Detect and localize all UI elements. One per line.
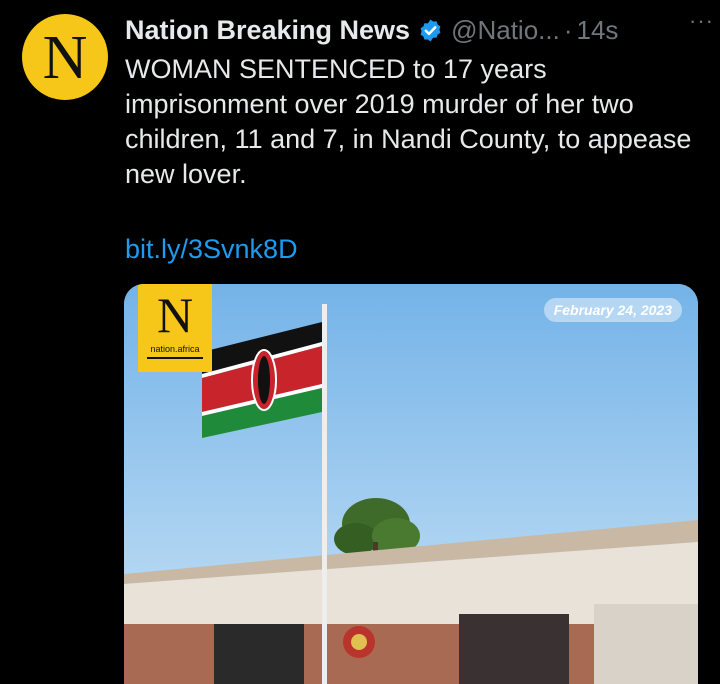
nation-logo-badge: N nation.africa	[138, 284, 212, 372]
tweet-media-image[interactable]: N nation.africa February 24, 2023	[124, 284, 698, 684]
more-options-icon[interactable]: ···	[689, 8, 714, 34]
tweet-timestamp[interactable]: 14s	[577, 15, 619, 46]
account-avatar[interactable]: N	[22, 14, 108, 100]
avatar-letter: N	[42, 24, 88, 92]
account-name[interactable]: Nation Breaking News	[125, 15, 410, 46]
logo-letter: N	[156, 287, 194, 343]
account-handle[interactable]: @Natio...	[451, 15, 560, 46]
photo-date: February 24, 2023	[543, 298, 682, 322]
logo-underline	[147, 357, 203, 359]
tweet-text: WOMAN SENTENCED to 17 years imprisonment…	[125, 54, 692, 189]
separator-dot: ·	[563, 14, 573, 45]
verified-badge-icon	[420, 19, 441, 41]
tweet-link[interactable]: bit.ly/3Svnk8D	[125, 234, 298, 265]
logo-site: nation.africa	[150, 344, 200, 354]
tweet-header: Nation Breaking News @Natio... · 14s	[125, 10, 706, 50]
